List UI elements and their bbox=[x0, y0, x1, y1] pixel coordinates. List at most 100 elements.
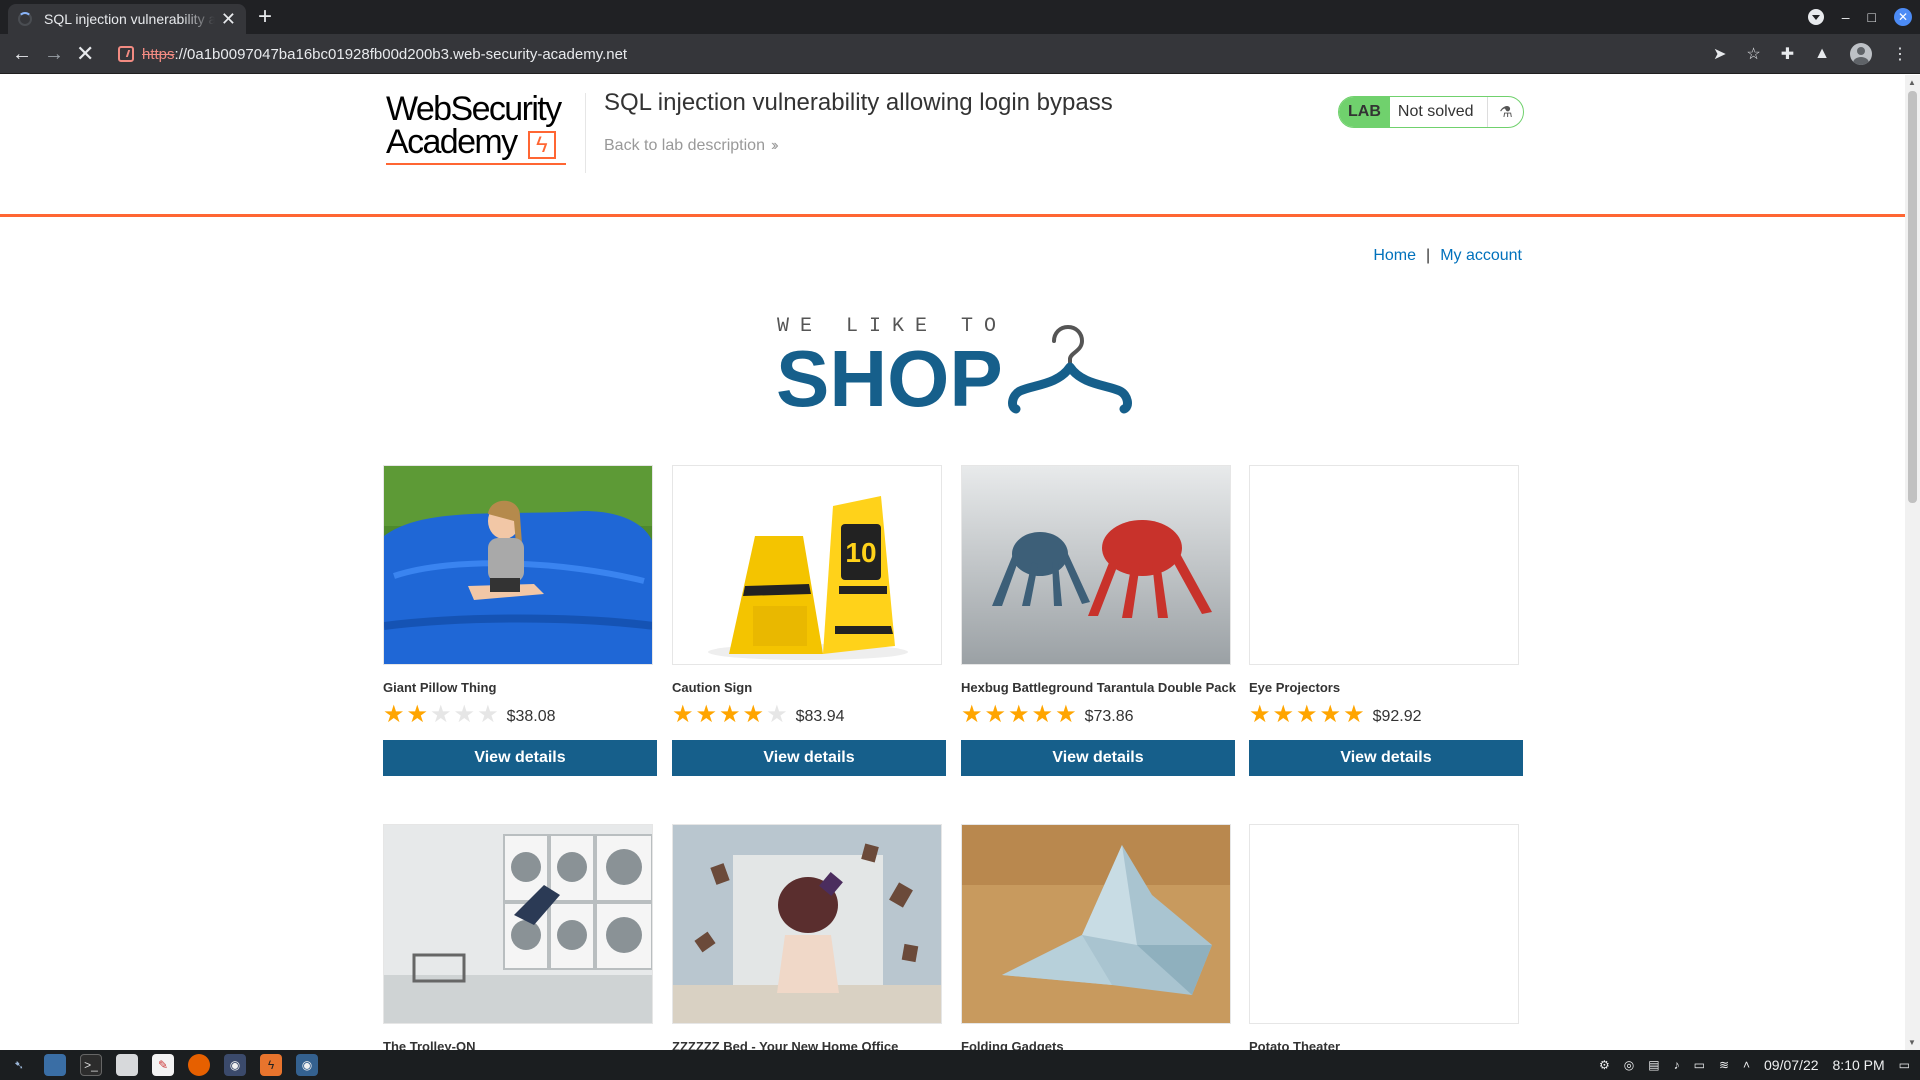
product-image[interactable] bbox=[1249, 824, 1519, 1024]
product-card: The Trolley-ON bbox=[383, 824, 657, 1050]
product-name: Giant Pillow Thing bbox=[383, 680, 497, 695]
star-filled-icon: ★ bbox=[695, 701, 718, 728]
shop-banner: WE LIKE TO SHOP bbox=[776, 315, 1136, 419]
star-filled-icon: ★ bbox=[1008, 701, 1030, 728]
taskbar-time[interactable]: 8:10 PM bbox=[1833, 1057, 1885, 1073]
star-empty-icon: ★ bbox=[477, 701, 499, 728]
product-price: $92.92 bbox=[1372, 708, 1422, 725]
product-name: Potato Theater bbox=[1249, 1039, 1341, 1050]
product-image[interactable] bbox=[383, 824, 653, 1024]
product-rating: ★ ★ ★ ★ ★ $92.92 bbox=[1249, 703, 1523, 727]
wifi-icon[interactable]: ≋ bbox=[1719, 1058, 1729, 1072]
back-arrow-icon[interactable]: ← bbox=[12, 34, 32, 74]
minimize-icon[interactable]: – bbox=[1842, 9, 1850, 25]
product-rating: ★ ★ ★ ★ ★ $38.08 bbox=[383, 703, 657, 727]
document-viewer-icon[interactable]: ✎ bbox=[152, 1054, 174, 1076]
product-name: Folding Gadgets bbox=[961, 1039, 1064, 1050]
firefox-icon[interactable] bbox=[188, 1054, 210, 1076]
svg-text:10: 10 bbox=[845, 537, 876, 568]
product-card: ZZZZZZ Bed - Your New Home Office bbox=[672, 824, 946, 1050]
app-launcher-icon[interactable]: ➷ bbox=[8, 1054, 30, 1076]
chrome-icon[interactable]: ◉ bbox=[224, 1054, 246, 1076]
product-image[interactable] bbox=[961, 824, 1231, 1024]
profile-avatar-icon[interactable] bbox=[1850, 43, 1872, 65]
back-to-lab-description-link[interactable]: Back to lab description ›› bbox=[604, 137, 778, 155]
browser-tab[interactable]: SQL injection vulnerability allowing log… bbox=[8, 4, 246, 34]
logo-line-1: WebSecurity bbox=[386, 90, 562, 128]
bookmark-star-icon[interactable]: ☆ bbox=[1746, 44, 1760, 64]
banner-headline: SHOP bbox=[776, 334, 1003, 423]
star-filled-icon: ★ bbox=[1319, 701, 1342, 728]
volume-icon[interactable]: ♪ bbox=[1674, 1058, 1680, 1072]
maximize-icon[interactable]: □ bbox=[1868, 9, 1876, 25]
update-icon[interactable]: ◎ bbox=[1624, 1058, 1634, 1072]
chrome-active-icon[interactable]: ◉ bbox=[296, 1054, 318, 1076]
system-tray: ⚙ ◎ ▤ ♪ ▭ ≋ ˄ 09/07/22 8:10 PM ▭ bbox=[1599, 1050, 1910, 1080]
battery-icon[interactable]: ▭ bbox=[1694, 1058, 1705, 1072]
view-details-button[interactable]: View details bbox=[383, 740, 657, 776]
caution-sign-image: 10 bbox=[673, 466, 941, 664]
lab-header: WebSecurity Academy SQL injection vulner… bbox=[0, 75, 1905, 217]
star-filled-icon: ★ bbox=[383, 701, 405, 728]
scroll-down-arrow-icon[interactable]: ▼ bbox=[1908, 1038, 1916, 1047]
new-tab-button[interactable]: + bbox=[258, 4, 272, 30]
star-filled-icon: ★ bbox=[406, 701, 429, 728]
stop-loading-icon[interactable]: ✕ bbox=[76, 34, 94, 74]
file-manager-icon[interactable] bbox=[116, 1054, 138, 1076]
view-details-button[interactable]: View details bbox=[672, 740, 946, 776]
product-rating: ★ ★ ★ ★ ★ $83.94 bbox=[672, 703, 946, 727]
forward-arrow-icon[interactable]: → bbox=[44, 34, 64, 74]
extensions-puzzle-icon[interactable]: ✚ bbox=[1781, 44, 1794, 64]
site-favicon-icon bbox=[118, 46, 134, 62]
bed-books-image bbox=[673, 825, 941, 1023]
page-scrollbar[interactable]: ▲ ▼ bbox=[1905, 75, 1920, 1050]
toolbar-actions: ➤ ☆ ✚ ▲ ⋮ bbox=[1713, 34, 1908, 74]
nav-home-link[interactable]: Home bbox=[1373, 247, 1416, 264]
show-desktop-icon[interactable]: ▭ bbox=[1899, 1058, 1910, 1072]
product-image[interactable] bbox=[672, 824, 942, 1024]
tray-expand-icon[interactable]: ˄ bbox=[1743, 1058, 1750, 1072]
product-card: Folding Gadgets bbox=[961, 824, 1235, 1050]
taskbar-date[interactable]: 09/07/22 bbox=[1764, 1057, 1819, 1073]
double-chevron-right-icon: ›› bbox=[770, 137, 778, 154]
nav-separator: | bbox=[1426, 247, 1431, 264]
product-price: $83.94 bbox=[795, 708, 845, 725]
browser-menu-icon[interactable]: ⋮ bbox=[1892, 44, 1908, 64]
nav-my-account-link[interactable]: My account bbox=[1440, 247, 1522, 264]
web-security-academy-logo[interactable]: WebSecurity Academy bbox=[386, 90, 586, 173]
product-price: $73.86 bbox=[1084, 708, 1134, 725]
terminal-icon[interactable]: >_ bbox=[80, 1054, 102, 1076]
window-close-icon[interactable]: ✕ bbox=[1894, 8, 1912, 26]
product-name: ZZZZZZ Bed - Your New Home Office bbox=[672, 1039, 899, 1050]
tab-search-icon[interactable] bbox=[1807, 9, 1824, 25]
top-nav: Home | My account bbox=[1373, 247, 1522, 265]
star-filled-icon: ★ bbox=[1249, 701, 1271, 728]
network-manager-icon[interactable]: ⚙ bbox=[1599, 1058, 1610, 1072]
send-icon[interactable]: ➤ bbox=[1713, 44, 1726, 64]
star-filled-icon: ★ bbox=[1296, 701, 1318, 728]
product-image[interactable] bbox=[383, 465, 653, 665]
scrollbar-thumb[interactable] bbox=[1908, 91, 1917, 503]
product-card: Hexbug Battleground Tarantula Double Pac… bbox=[961, 465, 1236, 776]
scroll-up-arrow-icon[interactable]: ▲ bbox=[1908, 78, 1916, 87]
view-details-button[interactable]: View details bbox=[1249, 740, 1523, 776]
product-image[interactable] bbox=[1249, 465, 1519, 665]
product-image[interactable] bbox=[961, 465, 1231, 665]
address-bar[interactable]: https ://0a1b0097047ba16bc01928fb00d200b… bbox=[108, 39, 1708, 69]
burp-suite-icon[interactable]: ϟ bbox=[260, 1054, 282, 1076]
loading-spinner-icon bbox=[18, 12, 32, 26]
product-image[interactable]: 10 bbox=[672, 465, 942, 665]
tab-close-icon[interactable]: ✕ bbox=[221, 9, 236, 30]
star-filled-icon: ★ bbox=[719, 701, 741, 728]
browser-tab-strip: SQL injection vulnerability allowing log… bbox=[0, 0, 1920, 34]
star-empty-icon: ★ bbox=[766, 701, 788, 728]
product-name: Eye Projectors bbox=[1249, 680, 1341, 695]
desktop-icon[interactable] bbox=[44, 1054, 66, 1076]
flask-extension-icon[interactable]: ▲ bbox=[1814, 45, 1830, 63]
clipboard-icon[interactable]: ▤ bbox=[1648, 1058, 1659, 1072]
star-filled-icon: ★ bbox=[742, 701, 765, 728]
star-filled-icon: ★ bbox=[1055, 701, 1077, 728]
product-name: The Trolley-ON bbox=[383, 1039, 476, 1050]
view-details-button[interactable]: View details bbox=[961, 740, 1235, 776]
lab-title: SQL injection vulnerability allowing log… bbox=[604, 89, 1113, 116]
